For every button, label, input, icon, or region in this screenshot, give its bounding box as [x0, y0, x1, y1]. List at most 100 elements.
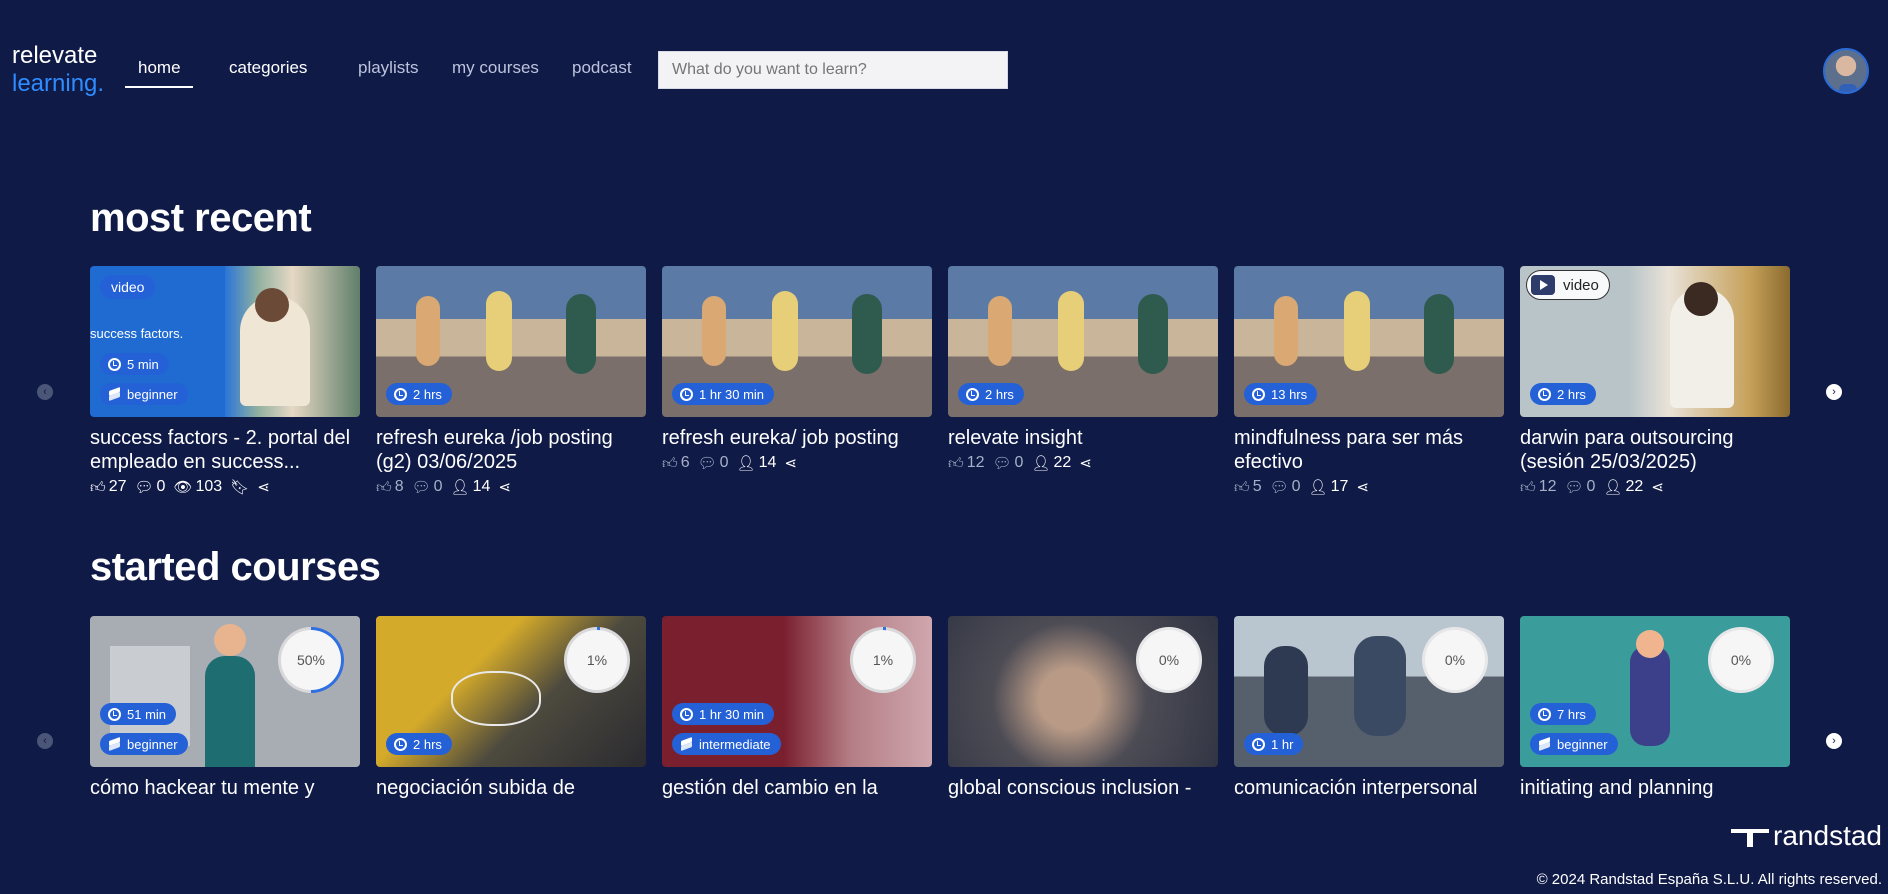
thumbs-up-icon: 👍︎ [90, 478, 106, 496]
clock-icon [1252, 737, 1265, 751]
course-card[interactable]: 0% 7 hrs beginner initiating and plannin… [1520, 616, 1790, 800]
likes-stat[interactable]: 👍︎ 12 [1520, 478, 1556, 496]
nav-home[interactable]: home [138, 58, 181, 78]
course-card[interactable]: 13 hrs mindfulness para ser más efectivo… [1234, 266, 1504, 498]
course-title[interactable]: global conscious inclusion - [948, 776, 1218, 800]
course-thumbnail[interactable]: video 2 hrs [1520, 266, 1790, 417]
progress-ring: 1% [850, 627, 916, 693]
share-button[interactable]: ⋖ [498, 480, 511, 495]
course-card[interactable]: video success factors. 5 min beginner su… [90, 266, 360, 498]
clock-icon [394, 387, 407, 401]
users-stat: 👤︎ 14 [450, 478, 491, 496]
course-card[interactable]: 1% 1 hr 30 min intermediate gestión del … [662, 616, 932, 800]
course-thumbnail[interactable]: 1% 1 hr 30 min intermediate [662, 616, 932, 767]
course-card[interactable]: 2 hrs relevate insight 👍︎ 12 💬︎ 0 👤︎ 22 ⋖ [948, 266, 1218, 474]
share-button[interactable]: ⋖ [257, 480, 270, 495]
avatar[interactable] [1823, 48, 1869, 94]
share-button[interactable]: ⋖ [1356, 480, 1369, 495]
comments-stat[interactable]: 💬︎ 0 [134, 478, 165, 496]
randstad-mark-icon [1731, 827, 1770, 847]
course-thumbnail[interactable]: 1% 2 hrs [376, 616, 646, 767]
duration-pill: 1 hr [1244, 733, 1304, 755]
course-card[interactable]: 1 hr 30 min refresh eureka/ job posting … [662, 266, 932, 474]
layers-icon [1538, 739, 1551, 750]
progress-ring: 0% [1136, 627, 1202, 693]
comments-stat[interactable]: 💬︎ 0 [1564, 478, 1595, 496]
comments-stat[interactable]: 💬︎ 0 [412, 478, 443, 496]
course-thumbnail[interactable]: 1 hr 30 min [662, 266, 932, 417]
course-thumbnail[interactable]: 0% [948, 616, 1218, 767]
section-title-most-recent: most recent [90, 196, 312, 240]
nav-my-courses[interactable]: my courses [452, 58, 539, 78]
clock-icon [1538, 387, 1551, 401]
course-title[interactable]: mindfulness para ser más efectivo [1234, 426, 1504, 474]
course-title[interactable]: initiating and planning [1520, 776, 1790, 800]
course-card[interactable]: 0% 1 hr comunicación interpersonal [1234, 616, 1504, 800]
likes-stat[interactable]: 👍︎ 5 [1234, 478, 1262, 496]
carousel-next-arrow[interactable]: › [1826, 384, 1842, 400]
clock-icon [1538, 707, 1551, 721]
course-title[interactable]: refresh eureka /job posting (g2) 03/06/2… [376, 426, 646, 474]
course-title[interactable]: relevate insight [948, 426, 1218, 450]
likes-stat[interactable]: 👍︎ 12 [948, 454, 984, 472]
course-card[interactable]: 0% global conscious inclusion - [948, 616, 1218, 800]
comments-stat[interactable]: 💬︎ 0 [698, 454, 729, 472]
duration-pill: 13 hrs [1244, 383, 1318, 405]
likes-stat[interactable]: 👍︎ 6 [662, 454, 690, 472]
course-card[interactable]: 1% 2 hrs negociación subida de [376, 616, 646, 800]
randstad-logo: randstad [1731, 820, 1882, 852]
logo[interactable]: relevate learning. [12, 42, 104, 98]
bookmark-button[interactable]: 🔖︎ [230, 480, 249, 495]
course-title[interactable]: darwin para outsourcing (sesión 25/03/20… [1520, 426, 1790, 474]
users-stat: 👤︎ 14 [736, 454, 777, 472]
comment-icon: 💬︎ [134, 478, 154, 496]
level-pill: intermediate [672, 733, 781, 755]
user-icon: 👤︎ [1603, 478, 1623, 496]
course-title[interactable]: gestión del cambio en la [662, 776, 932, 800]
course-card[interactable]: video 2 hrs darwin para outsourcing (ses… [1520, 266, 1790, 498]
course-thumbnail[interactable]: 13 hrs [1234, 266, 1504, 417]
course-thumbnail[interactable]: 0% 7 hrs beginner [1520, 616, 1790, 767]
user-icon: 👤︎ [1308, 478, 1328, 496]
course-stats: 👍︎ 12 💬︎ 0 👤︎ 22 ⋖ [1520, 476, 1790, 498]
carousel-next-arrow[interactable]: › [1826, 733, 1842, 749]
comments-stat[interactable]: 💬︎ 0 [1270, 478, 1301, 496]
likes-stat[interactable]: 👍︎ 27 [90, 478, 126, 496]
duration-pill: 51 min [100, 703, 177, 725]
search-input[interactable] [658, 51, 1008, 89]
course-thumbnail[interactable]: 2 hrs [376, 266, 646, 417]
course-card[interactable]: 50% 51 min beginner cómo hackear tu ment… [90, 616, 360, 800]
share-button[interactable]: ⋖ [784, 456, 797, 471]
layers-icon [680, 739, 693, 750]
duration-pill: 7 hrs [1530, 703, 1596, 725]
started-courses-row: 50% 51 min beginner cómo hackear tu ment… [90, 616, 1790, 806]
course-title[interactable]: comunicación interpersonal [1234, 776, 1504, 800]
carousel-prev-arrow[interactable]: ‹ [37, 733, 53, 749]
clock-icon [108, 707, 121, 721]
most-recent-row: video success factors. 5 min beginner su… [90, 266, 1790, 526]
share-button[interactable]: ⋖ [1079, 456, 1092, 471]
course-card[interactable]: 2 hrs refresh eureka /job posting (g2) 0… [376, 266, 646, 498]
course-title[interactable]: cómo hackear tu mente y [90, 776, 360, 800]
course-title[interactable]: success factors - 2. portal del empleado… [90, 426, 360, 474]
course-thumbnail[interactable]: video success factors. 5 min beginner [90, 266, 360, 417]
course-thumbnail[interactable]: 50% 51 min beginner [90, 616, 360, 767]
course-stats: 👍︎ 27 💬︎ 0 👁︎ 103 🔖︎ ⋖ [90, 476, 360, 498]
share-icon: ⋖ [1651, 478, 1664, 496]
nav-podcast[interactable]: podcast [572, 58, 632, 78]
nav-playlists[interactable]: playlists [358, 58, 418, 78]
course-title[interactable]: negociación subida de [376, 776, 646, 800]
course-thumbnail[interactable]: 0% 1 hr [1234, 616, 1504, 767]
course-title[interactable]: refresh eureka/ job posting [662, 426, 932, 450]
duration-pill: 2 hrs [1530, 383, 1596, 405]
share-icon: ⋖ [1079, 454, 1092, 472]
likes-stat[interactable]: 👍︎ 8 [376, 478, 404, 496]
course-stats: 👍︎ 5 💬︎ 0 👤︎ 17 ⋖ [1234, 476, 1504, 498]
course-thumbnail[interactable]: 2 hrs [948, 266, 1218, 417]
share-button[interactable]: ⋖ [1651, 480, 1664, 495]
nav-active-underline [125, 86, 193, 88]
nav-categories[interactable]: categories [229, 58, 307, 78]
clock-icon [680, 387, 693, 401]
comments-stat[interactable]: 💬︎ 0 [992, 454, 1023, 472]
carousel-prev-arrow[interactable]: ‹ [37, 384, 53, 400]
